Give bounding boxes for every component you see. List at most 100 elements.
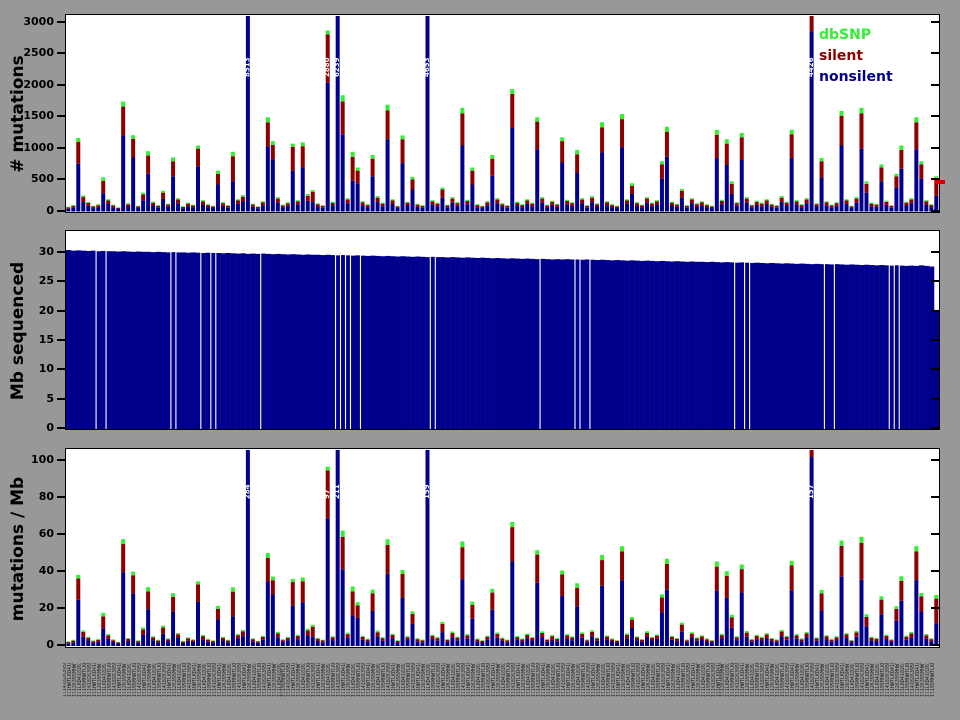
- bar-segment: [356, 618, 360, 646]
- bar-segment: [291, 171, 295, 212]
- bar-segment: [470, 184, 474, 211]
- bar-segment: [391, 204, 395, 212]
- bar-segment: [420, 206, 424, 208]
- bar-segment: [296, 201, 300, 204]
- bar-segment: [695, 641, 699, 646]
- bar-segment: [391, 634, 395, 635]
- bar-segment: [465, 201, 469, 204]
- bar-segment: [720, 634, 724, 635]
- bar-segment: [840, 116, 844, 146]
- bar-segment: [495, 198, 499, 199]
- bar-segment: [680, 623, 684, 625]
- bar-segment: [405, 257, 410, 429]
- bar-segment: [445, 642, 449, 646]
- bar-segment: [91, 206, 95, 207]
- bar-segment: [346, 634, 350, 638]
- bar-segment: [91, 641, 95, 643]
- bar-segment: [386, 574, 390, 646]
- bar-segment: [306, 629, 310, 631]
- bar-segment: [924, 200, 928, 201]
- bar-segment: [680, 189, 684, 191]
- bar-segment: [700, 262, 705, 429]
- bar-segment: [745, 197, 749, 199]
- bar-segment: [175, 243, 176, 429]
- bar-segment: [146, 156, 150, 174]
- bar-segment: [485, 205, 489, 211]
- bar-segment: [470, 258, 475, 429]
- bar-segment: [181, 252, 186, 429]
- bar-segment: [386, 105, 390, 111]
- bar-segment: [775, 640, 779, 642]
- bar-segment: [850, 640, 854, 641]
- bar-segment: [181, 641, 185, 642]
- bar-segment: [371, 159, 375, 177]
- bar-segment: [335, 243, 336, 429]
- bar-segment: [819, 264, 824, 429]
- bar-segment: [276, 637, 280, 646]
- bar-segment: [530, 204, 534, 207]
- bar-segment: [435, 257, 440, 429]
- bar-segment: [820, 610, 824, 646]
- bar-segment: [640, 261, 645, 429]
- bar-segment: [909, 266, 914, 429]
- bar-segment: [919, 179, 923, 212]
- bar-segment: [96, 640, 100, 642]
- bar-segment: [76, 164, 80, 212]
- bar-segment: [396, 640, 400, 641]
- bar-segment: [620, 114, 624, 119]
- bar-segment: [685, 206, 689, 208]
- bar-segment: [889, 640, 893, 642]
- bar-segment: [585, 640, 589, 642]
- bar-segment: [535, 149, 539, 211]
- bar-segment: [206, 640, 210, 642]
- bar-segment: [849, 264, 854, 429]
- bar-segment: [331, 636, 335, 637]
- bar-segment: [470, 605, 474, 619]
- bar-segment: [740, 133, 744, 137]
- bar-segment: [770, 638, 774, 639]
- bar-segment: [475, 640, 479, 642]
- bar-segment: [585, 642, 589, 646]
- bar-segment: [346, 200, 350, 204]
- bar-segment: [650, 204, 654, 207]
- bar-segment: [261, 636, 265, 637]
- bar-segment: [780, 632, 784, 637]
- bar-segment: [830, 639, 834, 640]
- bar-segment: [366, 639, 370, 640]
- bar-segment: [226, 206, 230, 208]
- bar-segment: [934, 595, 938, 599]
- bar-segment: [420, 640, 424, 641]
- bar-segment: [530, 641, 534, 646]
- bar-segment: [625, 261, 630, 429]
- bar-segment: [281, 639, 285, 640]
- bar-segment: [635, 202, 639, 203]
- bar-segment: [221, 638, 225, 641]
- bar-segment: [266, 558, 270, 582]
- bar-segment: [510, 522, 514, 527]
- bar-segment: [361, 205, 365, 211]
- axis-tick-label: 5: [12, 392, 54, 405]
- bar-segment: [216, 174, 220, 185]
- bar-segment: [929, 639, 933, 641]
- bar-segment: [805, 200, 809, 204]
- bar-segment: [281, 205, 285, 206]
- bar-segment: [635, 637, 639, 640]
- bar-segment: [630, 628, 634, 646]
- bar-segment: [650, 203, 654, 204]
- bar-segment: [201, 639, 205, 646]
- bar-segment: [71, 251, 76, 429]
- legend-item-nonsilent: nonsilent: [819, 67, 893, 88]
- bar-segment: [241, 195, 245, 197]
- bar-segment: [780, 196, 784, 198]
- bar-segment: [525, 634, 529, 635]
- bar-segment: [515, 640, 519, 646]
- bar-segment: [490, 176, 494, 212]
- bar-segment: [241, 636, 245, 646]
- bar-segment: [834, 264, 839, 429]
- bar-segment: [106, 635, 110, 638]
- bar-segment: [725, 139, 729, 143]
- bar-segment: [460, 108, 464, 114]
- bar-segment: [430, 205, 434, 212]
- bar-segment: [894, 606, 898, 609]
- bar-segment: [176, 203, 180, 211]
